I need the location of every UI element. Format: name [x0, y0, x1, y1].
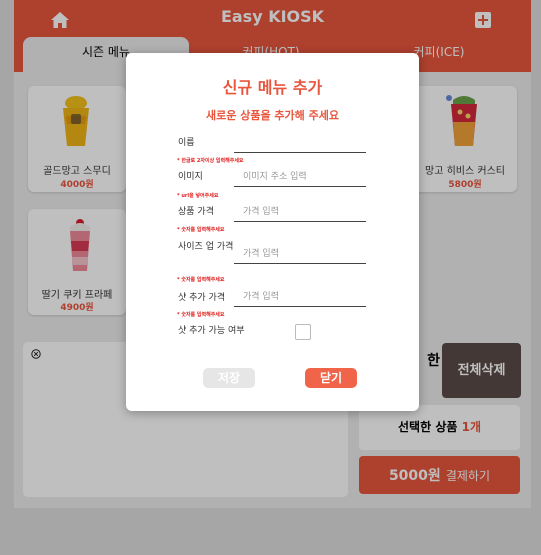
name-input[interactable]	[234, 133, 366, 153]
add-menu-modal: 신규 메뉴 추가 새로운 상품을 추가해 주세요 이름 * 한글로 2자이상 입…	[126, 53, 419, 411]
shot-option-label: 샷 추가 가능 여부	[178, 326, 245, 336]
price-input[interactable]	[234, 202, 366, 222]
price-hint: * 숫자를 입력해주세요	[177, 227, 225, 233]
save-button[interactable]: 저장	[203, 368, 255, 388]
size-up-price-label: 사이즈 업 가격	[178, 242, 234, 252]
price-label: 상품 가격	[178, 207, 214, 217]
name-label: 이름	[178, 138, 195, 148]
name-hint: * 한글로 2자이상 입력해주세요	[177, 158, 244, 164]
size-up-price-hint: * 숫자를 입력해주세요	[177, 277, 225, 283]
image-label: 이미지	[178, 172, 203, 182]
image-url-input[interactable]	[234, 167, 366, 187]
shot-price-label: 샷 추가 가격	[178, 293, 226, 303]
size-up-price-input[interactable]	[234, 244, 366, 264]
modal-subtitle: 새로운 상품을 추가해 주세요	[206, 109, 339, 122]
image-hint: * url을 넣어주세요	[177, 193, 219, 199]
modal-title: 신규 메뉴 추가	[222, 78, 323, 97]
close-button[interactable]: 닫기	[305, 368, 357, 388]
shot-price-input[interactable]	[234, 287, 366, 307]
shot-option-checkbox[interactable]	[295, 324, 311, 340]
shot-price-hint: * 숫자를 입력해주세요	[177, 312, 225, 318]
